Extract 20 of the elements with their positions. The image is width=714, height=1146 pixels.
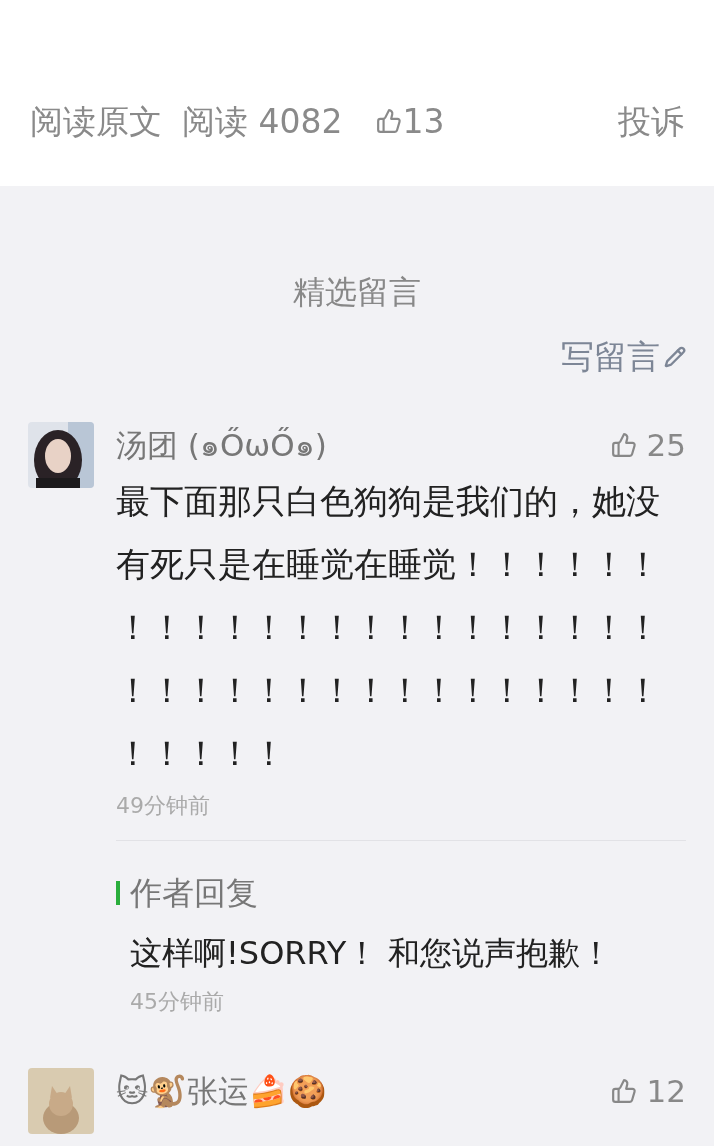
comment-time: 49分钟前: [116, 793, 210, 818]
thumbs-up-icon[interactable]: [610, 431, 637, 458]
thumbs-up-icon[interactable]: [610, 1078, 637, 1105]
reply-marker: [116, 881, 120, 905]
comment-text: 最下面那只白色狗狗是我们的，她没有死只是在睡觉在睡觉！！！！！！！！！！！！！！！！！！！！！！！！！！！！！！！！！！！！！！！！！！！: [116, 480, 661, 775]
pencil-icon: [664, 345, 686, 368]
write-comment-button[interactable]: 写留言: [561, 332, 686, 382]
reply-text: 这样啊!SORRY！ 和您说声抱歉！: [130, 933, 614, 974]
reply-label: 作者回复: [130, 873, 258, 914]
read-count: 阅读 4082: [182, 100, 343, 143]
like-count: 25: [646, 425, 686, 465]
comment-author: 🐱🐒张运🍰🍪: [116, 1072, 328, 1111]
like-count: 13: [402, 100, 445, 143]
report-link[interactable]: 投诉: [618, 96, 684, 146]
like-count: 12: [646, 1072, 686, 1111]
comment-author: 汤团 (๑ŐωŐ๑): [116, 425, 327, 465]
read-original-link[interactable]: 阅读原文: [30, 96, 162, 146]
thumbs-up-icon: [376, 108, 403, 135]
reply-time: 45分钟前: [130, 989, 224, 1014]
section-title: 精选留言: [293, 272, 421, 313]
